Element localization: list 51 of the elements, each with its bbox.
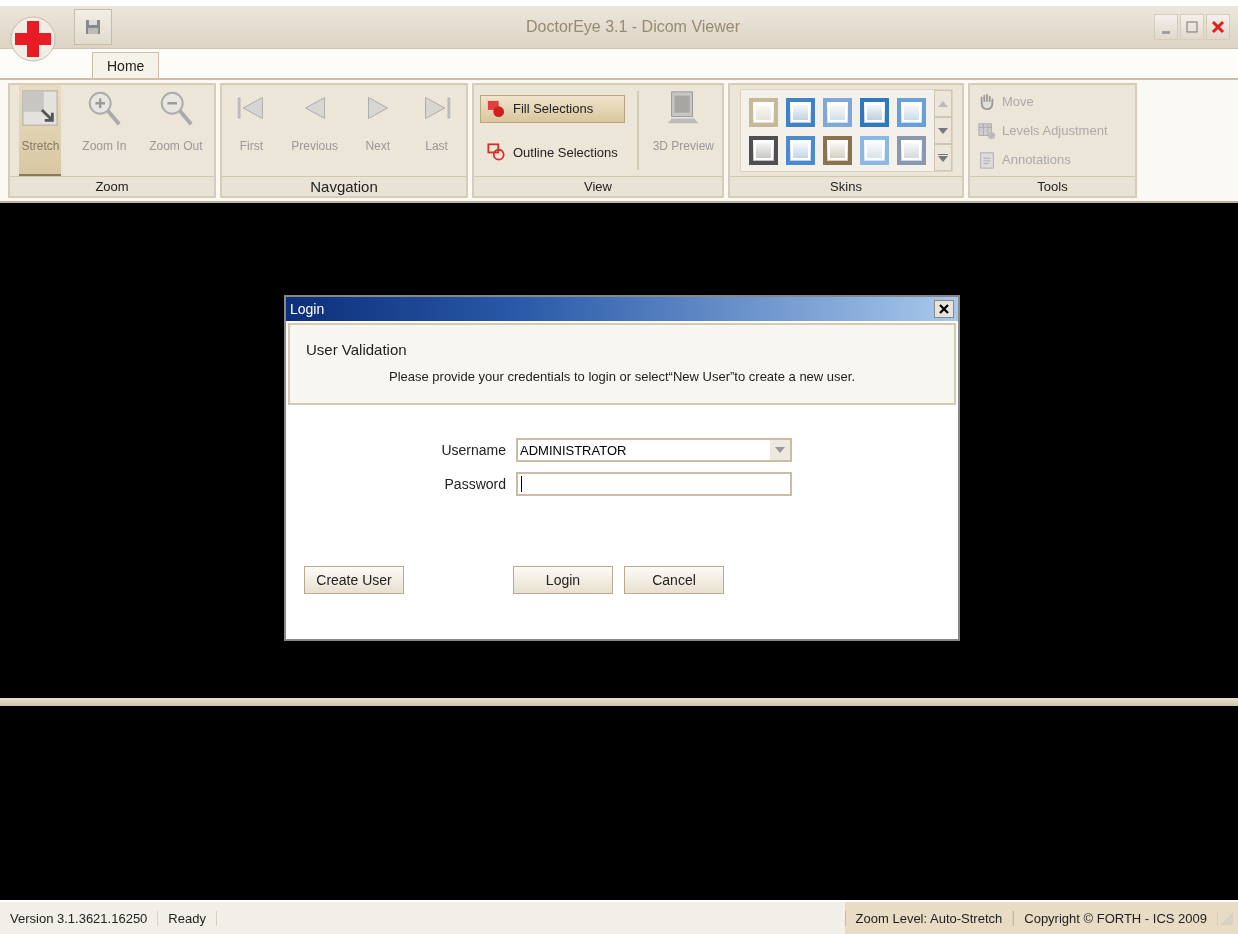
status-text: Version 3.1.3621.16250 bbox=[0, 910, 159, 926]
status-text: Zoom Level: Auto-Stretch bbox=[844, 910, 1014, 926]
dialog-title: Login bbox=[290, 301, 325, 317]
field-label: Username bbox=[440, 442, 506, 458]
ribbon-button[interactable]: Fill Selections bbox=[479, 94, 625, 123]
scroll-down-button[interactable] bbox=[933, 117, 952, 144]
shapes-outline-icon bbox=[486, 143, 505, 162]
skin-swatch[interactable] bbox=[896, 136, 926, 165]
scroll-up-button[interactable] bbox=[933, 90, 952, 117]
window-title: DoctorEye 3.1 - Dicom Viewer bbox=[525, 18, 741, 36]
shapes-icon bbox=[486, 99, 505, 118]
dialog-button[interactable]: Cancel bbox=[624, 566, 724, 594]
close-icon bbox=[938, 303, 950, 315]
maximize-button[interactable] bbox=[1180, 14, 1204, 40]
dialog-description: Please provide your credentials to login or select“New User”to create a new user. bbox=[387, 369, 857, 384]
password-field[interactable] bbox=[516, 472, 792, 496]
username-dropdown[interactable]: ADMINISTRATOR bbox=[516, 438, 792, 462]
dialog-heading: User Validation bbox=[306, 341, 408, 358]
ribbon-tab[interactable]: Home bbox=[92, 52, 160, 78]
levels-icon bbox=[978, 121, 996, 140]
skin-swatch[interactable] bbox=[785, 136, 815, 165]
save-button[interactable] bbox=[74, 9, 112, 45]
expand-gallery-button[interactable] bbox=[933, 144, 952, 171]
skin-swatch[interactable] bbox=[822, 136, 852, 165]
skin-swatch[interactable] bbox=[748, 136, 778, 165]
dropdown-arrow-icon bbox=[775, 447, 785, 453]
expand-icon bbox=[937, 153, 948, 162]
close-icon bbox=[1211, 20, 1225, 34]
skin-swatch[interactable] bbox=[859, 136, 889, 165]
skin-swatch[interactable] bbox=[896, 98, 926, 127]
field-label: Password bbox=[443, 476, 506, 492]
minimize-button[interactable] bbox=[1154, 14, 1178, 40]
maximize-icon bbox=[1186, 21, 1198, 33]
close-button[interactable] bbox=[934, 300, 954, 318]
dialog-button[interactable]: Login bbox=[513, 566, 613, 594]
skin-swatch[interactable] bbox=[859, 98, 889, 127]
skin-swatch[interactable] bbox=[822, 98, 852, 127]
skin-swatch[interactable] bbox=[785, 98, 815, 127]
skin-swatch[interactable] bbox=[748, 98, 778, 127]
ribbon-button[interactable]: Outline Selections bbox=[479, 138, 625, 167]
down-arrow-icon bbox=[937, 127, 948, 134]
stretch-icon bbox=[21, 89, 60, 127]
hand-icon bbox=[978, 92, 996, 111]
clipboard-icon bbox=[978, 150, 996, 169]
status-text: Copyright © FORTH - ICS 2009 bbox=[1013, 910, 1218, 926]
text-cursor bbox=[521, 476, 522, 492]
up-arrow-icon bbox=[937, 100, 948, 107]
group-label: Navgation bbox=[222, 176, 466, 196]
minimize-icon bbox=[1162, 30, 1170, 34]
dialog-button[interactable]: Create User bbox=[304, 566, 404, 594]
status-text: Ready bbox=[158, 910, 217, 926]
